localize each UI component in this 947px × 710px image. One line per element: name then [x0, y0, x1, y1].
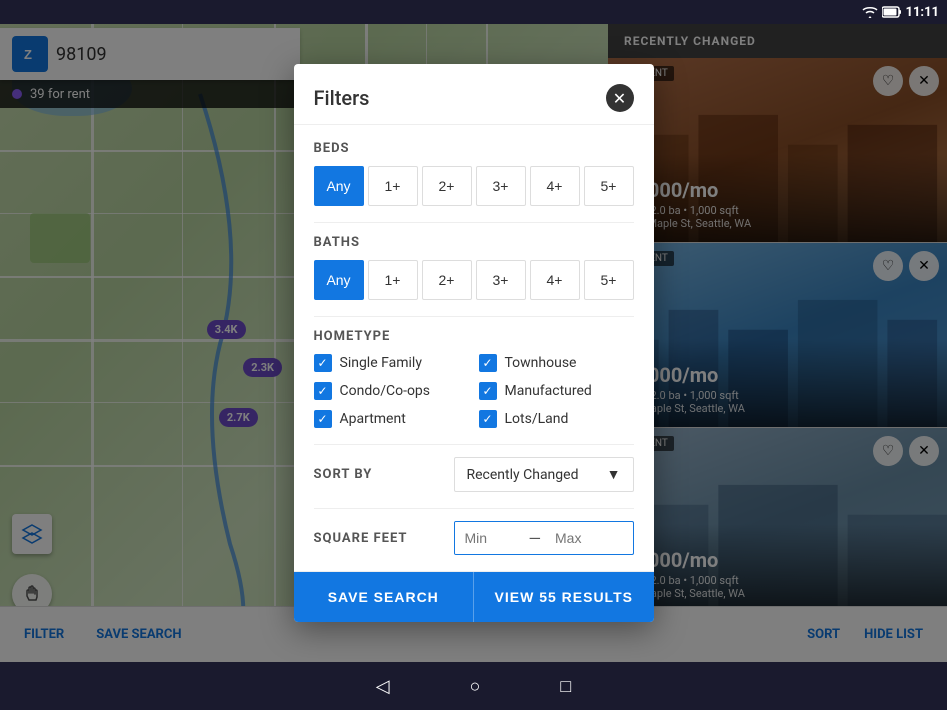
time-display: 11:11	[906, 5, 940, 20]
baths-2plus-button[interactable]: 2+	[422, 260, 472, 300]
checkbox-manufactured[interactable]: ✓	[479, 382, 497, 400]
baths-1plus-button[interactable]: 1+	[368, 260, 418, 300]
modal-footer: SAVE SEARCH VIEW 55 RESULTS	[294, 571, 654, 622]
back-button[interactable]: ◁	[376, 676, 390, 697]
status-bar: 11:11	[0, 0, 947, 24]
hometype-manufactured[interactable]: ✓ Manufactured	[479, 382, 634, 400]
hometype-label: HOMETYPE	[314, 329, 634, 344]
beds-button-group: Any 1+ 2+ 3+ 4+ 5+	[314, 166, 634, 206]
battery-icon	[882, 6, 902, 18]
beds-any-button[interactable]: Any	[314, 166, 364, 206]
sort-label: SORT BY	[314, 467, 373, 482]
baths-label: BATHS	[314, 235, 634, 250]
checkbox-condo[interactable]: ✓	[314, 382, 332, 400]
sqft-input-group: —	[454, 521, 634, 555]
modal-title: Filters	[314, 86, 370, 110]
filter-modal: Filters ✕ BEDS Any 1+ 2+ 3+ 4+ 5+ BATHS …	[294, 64, 654, 622]
recents-button[interactable]: □	[560, 676, 571, 697]
baths-button-group: Any 1+ 2+ 3+ 4+ 5+	[314, 260, 634, 300]
checkbox-single-family[interactable]: ✓	[314, 354, 332, 372]
sqft-max-input[interactable]	[545, 522, 615, 554]
sort-row: SORT BY Recently Changed ▼	[314, 457, 634, 492]
android-nav-bar: ◁ ○ □	[0, 662, 947, 710]
modal-close-button[interactable]: ✕	[606, 84, 634, 112]
baths-3plus-button[interactable]: 3+	[476, 260, 526, 300]
sqft-min-input[interactable]	[455, 522, 525, 554]
checkbox-apartment[interactable]: ✓	[314, 410, 332, 428]
sqft-row: SQUARE FEET —	[314, 521, 634, 555]
hometype-condo[interactable]: ✓ Condo/Co-ops	[314, 382, 469, 400]
view-results-button[interactable]: VIEW 55 RESULTS	[473, 572, 654, 622]
sort-select[interactable]: Recently Changed ▼	[454, 457, 634, 492]
hometype-townhouse[interactable]: ✓ Townhouse	[479, 354, 634, 372]
beds-5plus-button[interactable]: 5+	[584, 166, 634, 206]
beds-label: BEDS	[314, 141, 634, 156]
beds-1plus-button[interactable]: 1+	[368, 166, 418, 206]
beds-4plus-button[interactable]: 4+	[530, 166, 580, 206]
baths-5plus-button[interactable]: 5+	[584, 260, 634, 300]
home-button[interactable]: ○	[470, 676, 481, 697]
modal-overlay[interactable]: Filters ✕ BEDS Any 1+ 2+ 3+ 4+ 5+ BATHS …	[0, 24, 947, 662]
hometype-apartment[interactable]: ✓ Apartment	[314, 410, 469, 428]
beds-3plus-button[interactable]: 3+	[476, 166, 526, 206]
beds-2plus-button[interactable]: 2+	[422, 166, 472, 206]
save-search-button[interactable]: SAVE SEARCH	[294, 572, 474, 622]
hometype-grid: ✓ Single Family ✓ Townhouse ✓ Condo/Co-o…	[314, 354, 634, 428]
wifi-icon	[862, 6, 878, 18]
sqft-label: SQUARE FEET	[314, 531, 408, 546]
checkbox-townhouse[interactable]: ✓	[479, 354, 497, 372]
sqft-separator: —	[525, 529, 546, 548]
chevron-down-icon: ▼	[607, 466, 621, 483]
baths-4plus-button[interactable]: 4+	[530, 260, 580, 300]
hometype-single-family[interactable]: ✓ Single Family	[314, 354, 469, 372]
baths-any-button[interactable]: Any	[314, 260, 364, 300]
hometype-lots-land[interactable]: ✓ Lots/Land	[479, 410, 634, 428]
modal-header: Filters ✕	[294, 64, 654, 125]
checkbox-lots-land[interactable]: ✓	[479, 410, 497, 428]
